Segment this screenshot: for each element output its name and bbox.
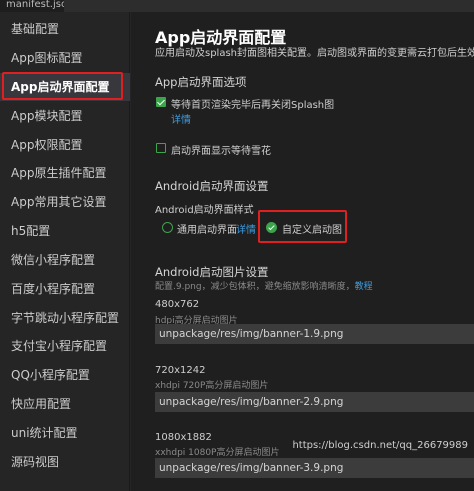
sidebar-item-toutiao-mp[interactable]: 字节跳动小程序配置 <box>0 304 130 332</box>
image-desc-xxhdpi: xxhdpi 1080P高分屏启动图片 <box>155 448 280 458</box>
link-common-splash-details[interactable]: 详情 <box>236 221 256 236</box>
sidebar-item-app-splash[interactable]: App启动界面配置 <box>0 73 130 101</box>
section-title-splash-options: App启动界面选项 <box>155 75 247 89</box>
section-title-android-images: Android启动图片设置 <box>155 265 269 279</box>
sidebar: 基础配置 App图标配置 App启动界面配置 App模块配置 App权限配置 A… <box>0 12 130 491</box>
android-images-hint-text: 配置.9.png，减少包体积，避免缩放影响清晰度， <box>155 282 355 292</box>
sidebar-item-uni-stat[interactable]: uni统计配置 <box>0 419 130 447</box>
radio-custom-splash[interactable] <box>266 222 277 233</box>
checkbox-show-spinner[interactable] <box>156 143 166 153</box>
image-size-xxhdpi: 1080x1882 <box>155 432 212 443</box>
sidebar-item-qq-mp[interactable]: QQ小程序配置 <box>0 361 130 389</box>
sidebar-item-basic[interactable]: 基础配置 <box>0 15 130 43</box>
link-tutorial[interactable]: 教程 <box>355 282 373 292</box>
sidebar-item-quickapp[interactable]: 快应用配置 <box>0 390 130 418</box>
sidebar-item-app-native-plugins[interactable]: App原生插件配置 <box>0 159 130 187</box>
image-path-input-xhdpi[interactable]: unpackage/res/img/banner-2.9.png <box>155 392 474 412</box>
sidebar-item-app-icon[interactable]: App图标配置 <box>0 44 130 72</box>
image-size-hdpi: 480x762 <box>155 299 200 310</box>
radio-common-splash[interactable] <box>162 222 173 233</box>
label-show-spinner: 启动界面显示等待雪花 <box>171 146 271 157</box>
label-android-splash-style: Android启动界面样式 <box>155 205 254 216</box>
android-images-hint: 配置.9.png，减少包体积，避免缩放影响清晰度，教程 <box>155 279 373 292</box>
editor-tab-bar: manifest.json <box>0 0 474 12</box>
sidebar-item-app-permissions[interactable]: App权限配置 <box>0 131 130 159</box>
watermark: https://blog.csdn.net/qq_26679989 <box>292 440 468 451</box>
image-desc-xhdpi: xhdpi 720P高分屏启动图片 <box>155 381 269 391</box>
sidebar-item-app-modules[interactable]: App模块配置 <box>0 102 130 130</box>
sidebar-item-alipay-mp[interactable]: 支付宝小程序配置 <box>0 332 130 360</box>
tab-manifest-json[interactable]: manifest.json <box>0 0 64 12</box>
image-size-xhdpi: 720x1242 <box>155 365 206 376</box>
main-panel: App启动界面配置 应用启动及splash封面图相关配置。启动图或界面的变更需云… <box>131 12 474 491</box>
sidebar-item-source-view[interactable]: 源码视图 <box>0 448 130 476</box>
sidebar-item-h5[interactable]: h5配置 <box>0 217 130 245</box>
label-common-splash: 通用启动界面 <box>177 225 237 236</box>
checkbox-wait-render[interactable] <box>156 97 166 107</box>
section-title-android-splash: Android启动界面设置 <box>155 179 269 193</box>
image-path-input-xxhdpi[interactable]: unpackage/res/img/banner-3.9.png <box>155 458 474 478</box>
link-wait-render-details[interactable]: 详情 <box>171 111 191 126</box>
page-description: 应用启动及splash封面图相关配置。启动图或界面的变更需云打包后生效， <box>155 48 474 59</box>
label-wait-render: 等待首页渲染完毕后再关闭Splash图 <box>171 100 335 111</box>
label-custom-splash: 自定义启动图 <box>282 225 342 236</box>
image-path-input-hdpi[interactable]: unpackage/res/img/banner-1.9.png <box>155 324 474 344</box>
sidebar-item-app-other-settings[interactable]: App常用其它设置 <box>0 188 130 216</box>
sidebar-item-baidu-mp[interactable]: 百度小程序配置 <box>0 275 130 303</box>
sidebar-item-weixin-mp[interactable]: 微信小程序配置 <box>0 246 130 274</box>
